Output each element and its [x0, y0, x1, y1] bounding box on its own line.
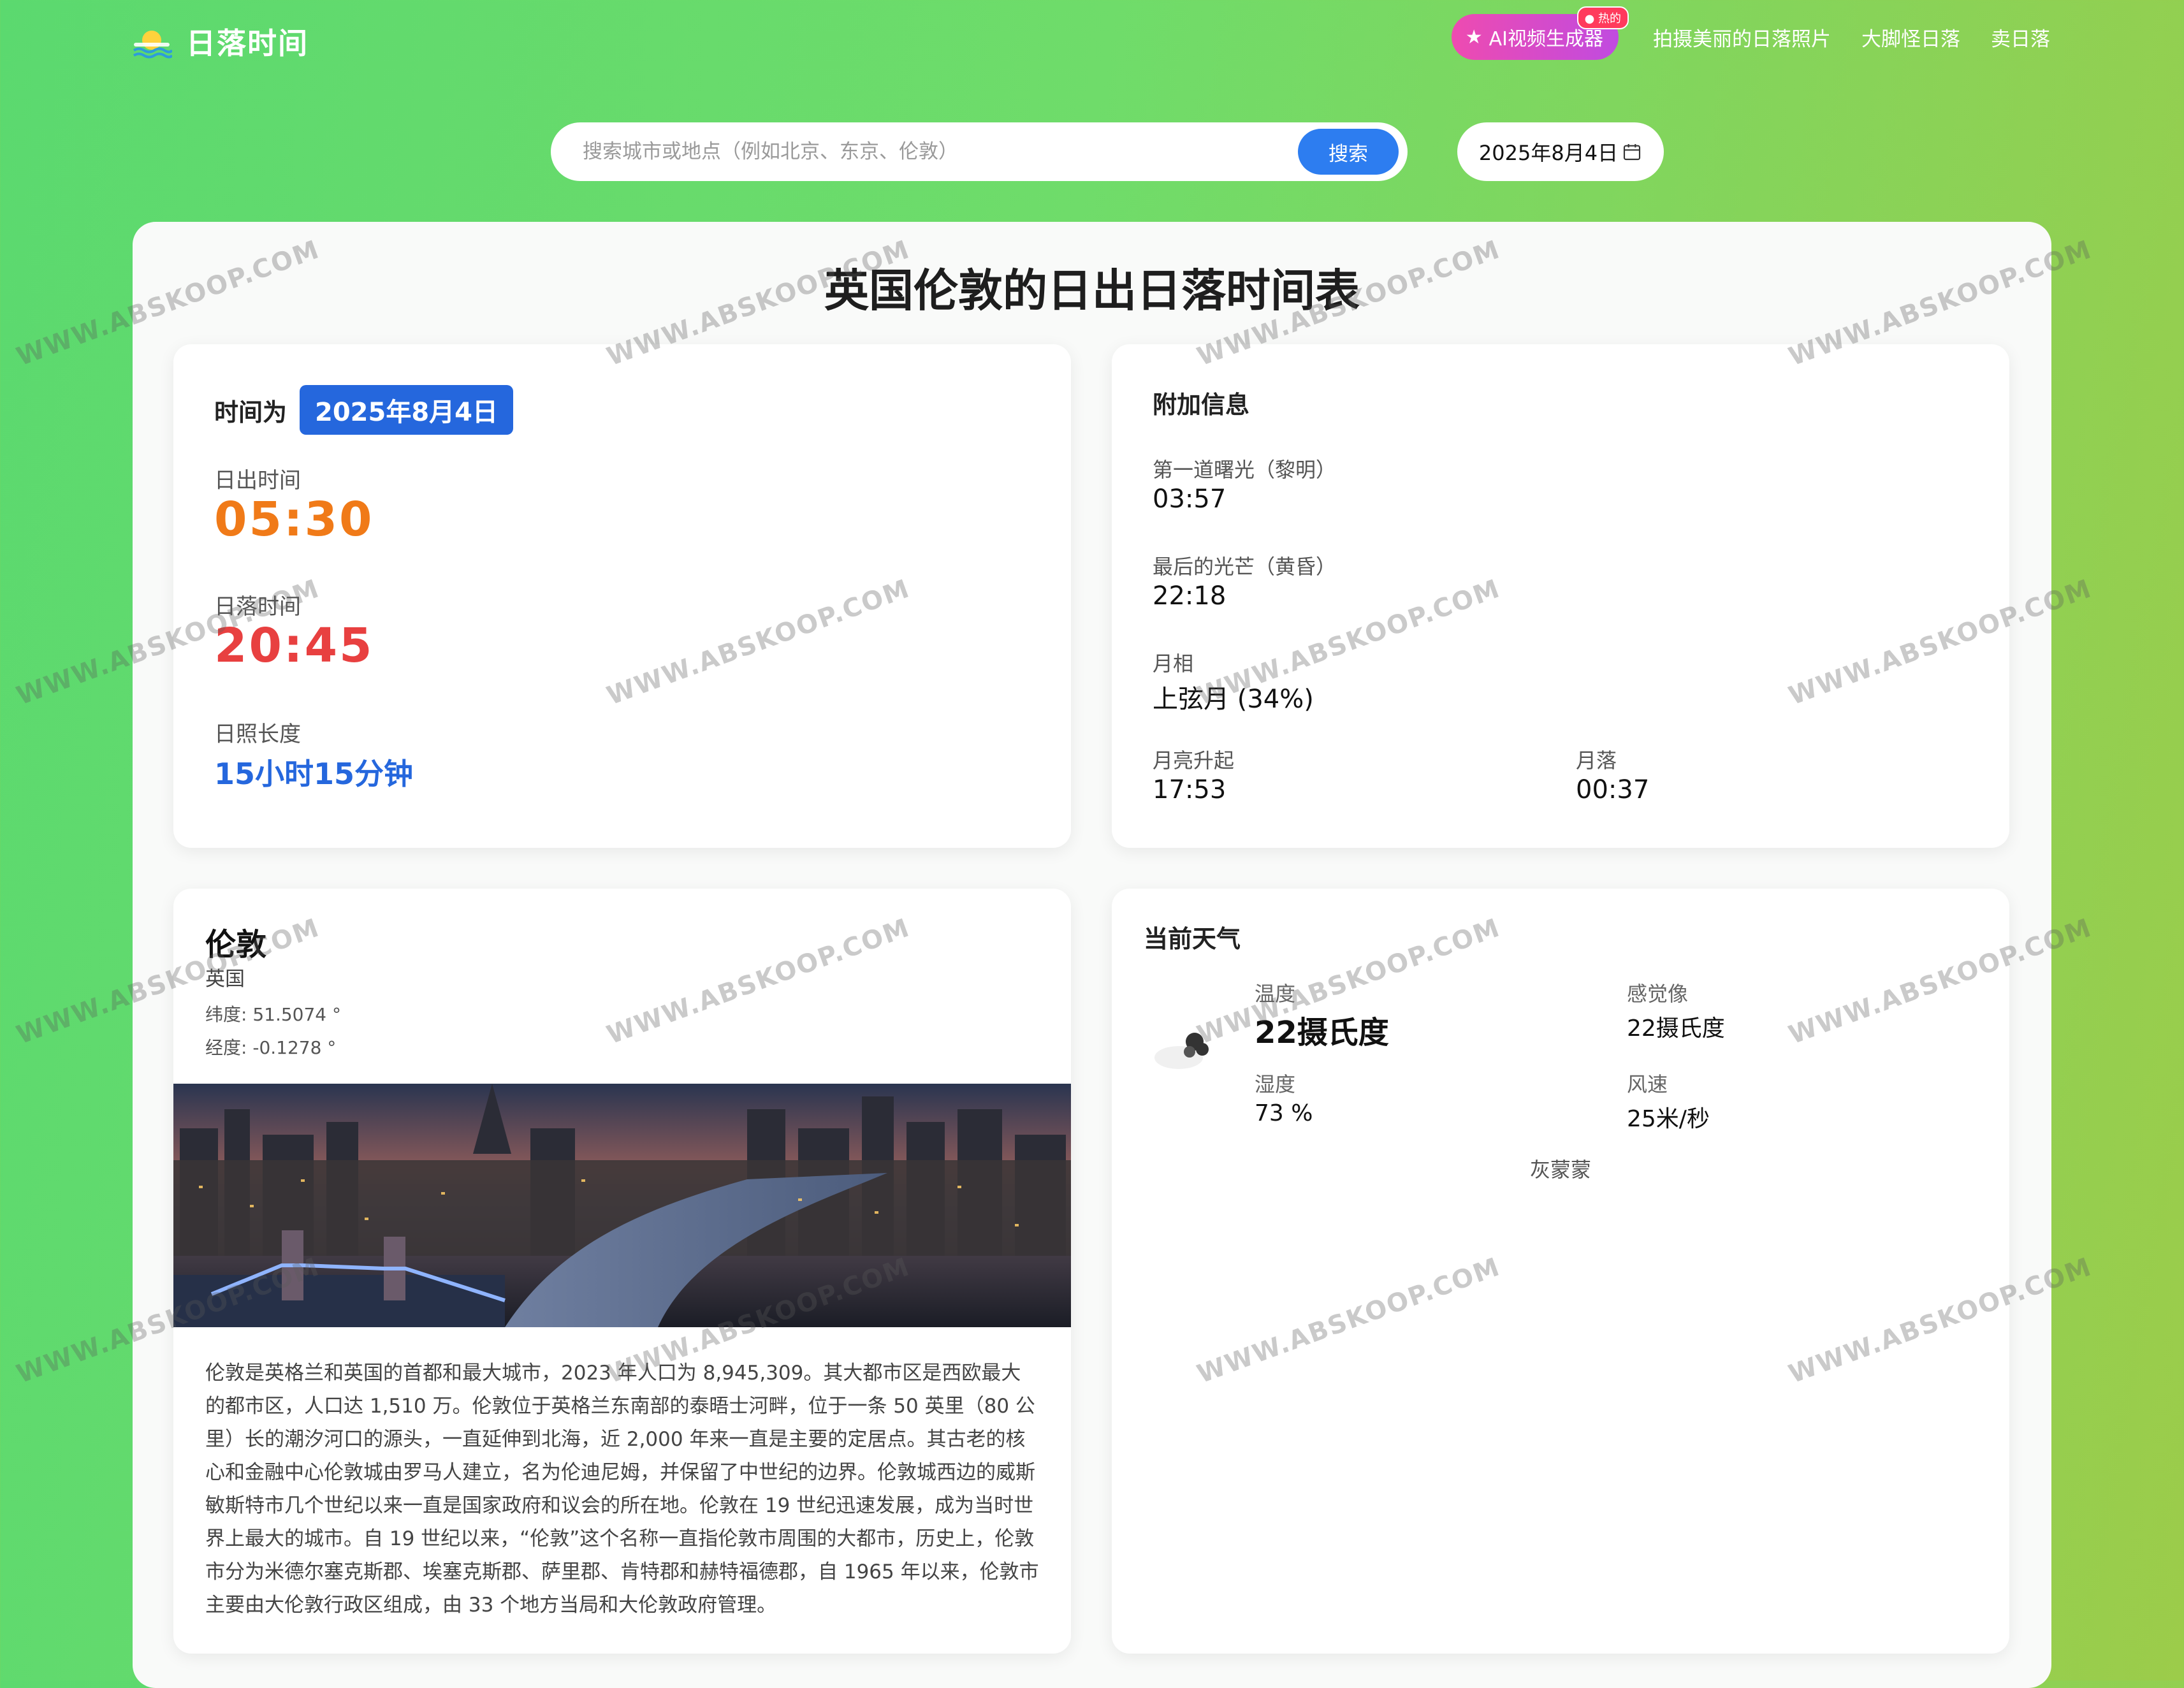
- wind-speed-value: 25米/秒: [1627, 1106, 1710, 1132]
- sunrise-time: 05:30: [214, 492, 374, 547]
- feels-like-label: 感觉像: [1627, 982, 1689, 1006]
- temperature-label: 温度: [1255, 982, 1296, 1006]
- london-city-photo: [173, 1084, 1071, 1327]
- sunrise-label: 日出时间: [214, 468, 301, 493]
- weather-title: 当前天气: [1144, 925, 1241, 953]
- nav-link-bigfoot[interactable]: 大脚怪日落: [1861, 23, 1960, 52]
- logo[interactable]: 日落时间: [131, 19, 309, 64]
- city-description: 伦敦是英格兰和英国的首都和最大城市，2023 年人口为 8,945,309。其大…: [205, 1362, 1039, 1617]
- search-bar: 搜索: [551, 122, 1408, 181]
- nav-link-sell[interactable]: 卖日落: [1991, 23, 2050, 52]
- date-picker[interactable]: 2025年8月4日: [1457, 122, 1664, 181]
- nav-link-photos[interactable]: 拍摄美丽的日落照片: [1653, 23, 1831, 52]
- search-input[interactable]: [581, 140, 1298, 164]
- search-button[interactable]: 搜索: [1298, 129, 1399, 175]
- moonrise-time: 17:53: [1153, 775, 1227, 804]
- cloud-icon: [1154, 1033, 1209, 1069]
- star-icon: ★: [1465, 25, 1483, 48]
- top-nav: ★ AI视频生成器 ● 热的 拍摄美丽的日落照片 大脚怪日落 卖日落: [1451, 6, 2050, 60]
- date-heading: 时间为 2025年8月4日: [214, 385, 514, 435]
- dusk-time: 22:18: [1153, 581, 1227, 611]
- sunset-logo-icon: [133, 31, 172, 59]
- hot-badge: ● 热的: [1576, 6, 1629, 29]
- sun-times-card: 时间为 2025年8月4日 日出时间 05:30 日落时间 20:45 日照长度…: [173, 344, 1071, 848]
- dusk-label: 最后的光芒（黄昏）: [1153, 555, 1337, 579]
- country-name: 英国: [205, 968, 245, 991]
- date-chip: 2025年8月4日: [300, 385, 514, 435]
- feels-like-value: 22摄氏度: [1627, 1015, 1725, 1042]
- hot-badge-label: 热的: [1598, 12, 1621, 25]
- moonrise-label: 月亮升起: [1153, 748, 1235, 773]
- temperature-value: 22摄氏度: [1255, 1015, 1389, 1051]
- latitude: 纬度: 51.5074 °: [205, 1004, 342, 1025]
- humidity-label: 湿度: [1255, 1072, 1296, 1096]
- daylight-length: 15小时15分钟: [214, 757, 414, 791]
- wind-speed-label: 风速: [1627, 1072, 1668, 1096]
- date-picker-value: 2025年8月4日: [1478, 141, 1619, 165]
- sunset-label: 日落时间: [214, 594, 301, 620]
- city-card: 伦敦 英国 纬度: 51.5074 ° 经度: -0.1278 ° 伦敦是英格兰…: [173, 889, 1071, 1654]
- moonset-time: 00:37: [1576, 775, 1650, 804]
- dawn-label: 第一道曙光（黎明）: [1153, 458, 1337, 482]
- humidity-value: 73 %: [1255, 1100, 1313, 1126]
- weather-card: 当前天气 温度 22摄氏度 感觉像 22摄氏度 湿度 73 % 风速 25米/秒…: [1112, 889, 2009, 1654]
- moon-phase-label: 月相: [1153, 651, 1194, 676]
- moon-phase: 上弦月 (34%): [1153, 685, 1314, 714]
- page-title: 英国伦敦的日出日落时间表: [824, 265, 1360, 317]
- weather-condition: 灰蒙蒙: [1529, 1158, 1591, 1182]
- daylight-label: 日照长度: [214, 722, 301, 747]
- logo-text: 日落时间: [186, 26, 309, 61]
- extra-info-title: 附加信息: [1153, 391, 1250, 419]
- longitude: 经度: -0.1278 °: [205, 1037, 337, 1058]
- sunset-time: 20:45: [214, 618, 374, 673]
- moonset-label: 月落: [1576, 748, 1617, 773]
- dawn-time: 03:57: [1153, 484, 1227, 514]
- extra-info-card: 附加信息 第一道曙光（黎明） 03:57 最后的光芒（黄昏） 22:18 月相 …: [1112, 344, 2009, 848]
- city-name: 伦敦: [205, 927, 267, 963]
- ai-video-generator-button[interactable]: ★ AI视频生成器 ● 热的: [1451, 6, 1629, 60]
- calendar-icon: [1624, 144, 1641, 161]
- time-label: 时间为: [214, 398, 288, 426]
